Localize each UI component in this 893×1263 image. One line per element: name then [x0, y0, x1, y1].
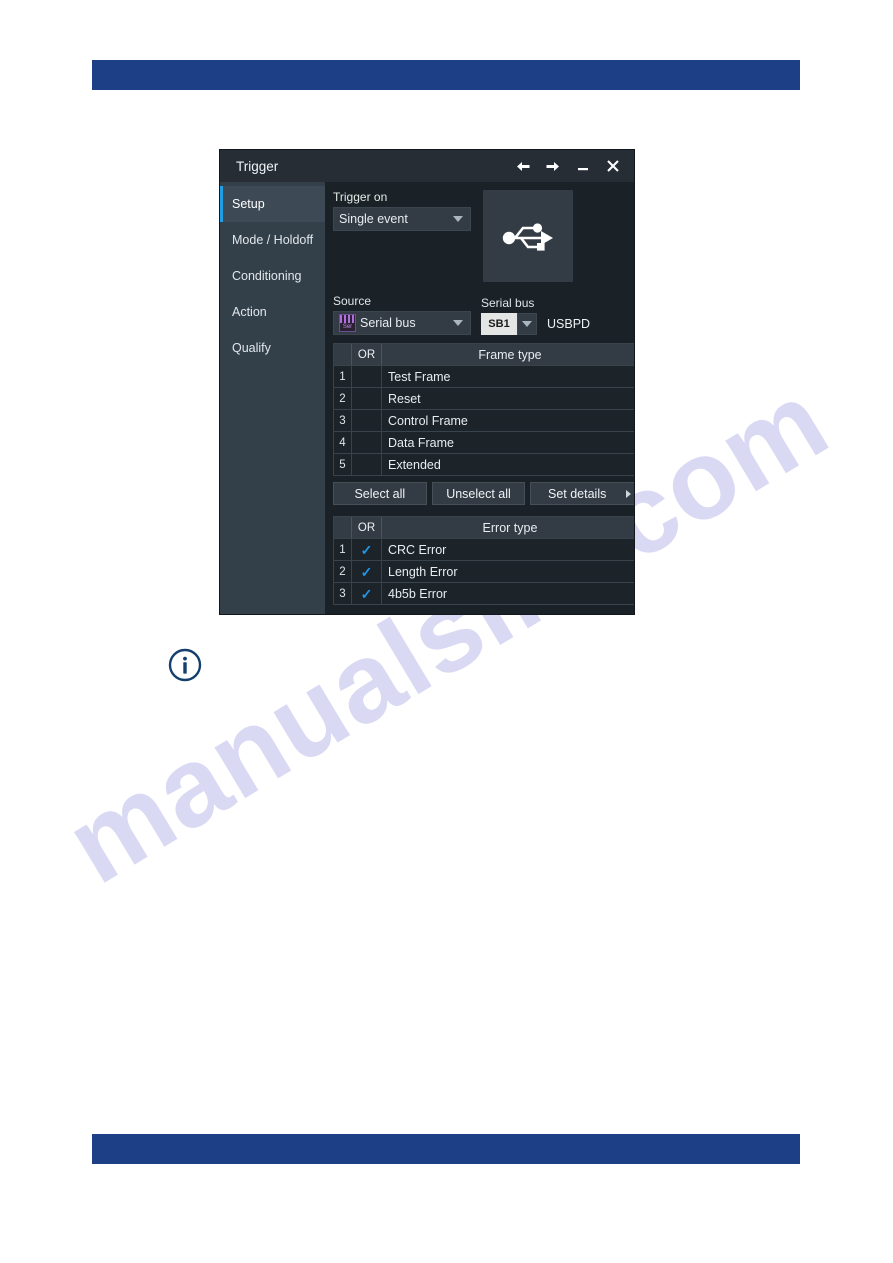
row-index: 2	[334, 561, 352, 582]
chevron-down-icon	[453, 320, 463, 326]
sidebar-item-label: Action	[232, 305, 267, 319]
dialog-title: Trigger	[236, 158, 279, 174]
table-row[interactable]: 1 Test Frame	[334, 366, 634, 388]
table-row[interactable]: 2 ✓ Length Error	[334, 561, 634, 583]
frame-type-table: OR Frame type 1 Test Frame 2 Reset 3 Con…	[333, 343, 634, 476]
sidebar-item-qualify[interactable]: Qualify	[220, 330, 325, 366]
titlebar-buttons	[510, 154, 626, 178]
row-checkbox[interactable]: ✓	[352, 539, 382, 560]
error-header-or: OR	[352, 517, 382, 538]
trigger-dialog: Trigger Setup Mode / Holdoff Conditionin…	[220, 150, 634, 614]
table-row[interactable]: 3 ✓ 4b5b Error	[334, 583, 634, 604]
frame-header-or: OR	[352, 344, 382, 365]
table-row[interactable]: 3 Control Frame	[334, 410, 634, 432]
row-index: 1	[334, 366, 352, 387]
row-label: Length Error	[388, 564, 458, 579]
dialog-titlebar: Trigger	[220, 150, 634, 182]
sidebar-item-conditioning[interactable]: Conditioning	[220, 258, 325, 294]
table-row[interactable]: 4 Data Frame	[334, 432, 634, 454]
row-index: 3	[334, 583, 352, 604]
row-label: Data Frame	[388, 435, 454, 450]
trigger-on-dropdown[interactable]: Single event	[333, 207, 471, 231]
sidebar-item-action[interactable]: Action	[220, 294, 325, 330]
chevron-down-icon	[522, 321, 532, 327]
row-checkbox[interactable]: ✓	[352, 583, 382, 604]
error-type-table: OR Error type 1 ✓ CRC Error 2 ✓ Length E…	[333, 516, 634, 605]
select-all-button[interactable]: Select all	[333, 482, 427, 505]
sidebar-item-mode-holdoff[interactable]: Mode / Holdoff	[220, 222, 325, 258]
table-row[interactable]: 5 Extended	[334, 454, 634, 475]
dialog-content: Trigger on Single event Source Ser Seria…	[325, 182, 634, 614]
serial-bus-icon: Ser	[339, 314, 356, 332]
source-group: Source Ser Serial bus	[333, 292, 471, 335]
frame-table-header: OR Frame type	[334, 344, 634, 366]
error-header-index	[334, 517, 352, 538]
waveform-glyph	[340, 315, 355, 323]
trigger-on-row: Trigger on Single event	[333, 188, 632, 282]
row-index: 3	[334, 410, 352, 431]
source-dropdown[interactable]: Ser Serial bus	[333, 311, 471, 335]
trigger-on-value: Single event	[339, 212, 408, 226]
info-circle-icon	[168, 648, 202, 682]
row-label: CRC Error	[388, 542, 447, 557]
trigger-on-group: Trigger on Single event	[333, 188, 473, 282]
source-row: Source Ser Serial bus Serial bus SB1 USB…	[333, 292, 632, 335]
header-band	[92, 60, 800, 90]
serial-bus-name: USBPD	[547, 317, 591, 331]
row-label: Reset	[388, 391, 421, 406]
error-table-header: OR Error type	[334, 517, 634, 539]
source-value: Serial bus	[360, 316, 416, 330]
footer-band	[92, 1134, 800, 1164]
chevron-right-icon	[626, 489, 632, 498]
set-details-label: Set details	[547, 486, 607, 501]
error-header-name: Error type	[482, 520, 538, 535]
table-row[interactable]: 2 Reset	[334, 388, 634, 410]
row-label: 4b5b Error	[388, 586, 448, 601]
dialog-body: Setup Mode / Holdoff Conditioning Action…	[220, 182, 634, 614]
sidebar-item-label: Conditioning	[232, 269, 302, 283]
row-checkbox[interactable]	[352, 388, 382, 409]
row-checkbox[interactable]	[352, 410, 382, 431]
protocol-icon-box	[483, 190, 573, 282]
row-label: Test Frame	[388, 369, 451, 384]
forward-button[interactable]	[540, 154, 566, 178]
sidebar-item-label: Setup	[232, 197, 265, 211]
checkmark-icon: ✓	[360, 563, 373, 580]
serial-bus-group: Serial bus SB1 USBPD	[481, 294, 590, 335]
row-checkbox[interactable]	[352, 432, 382, 453]
sidebar-item-setup[interactable]: Setup	[220, 186, 325, 222]
frame-header-name: Frame type	[478, 347, 542, 362]
frame-header-index	[334, 344, 352, 365]
serial-bus-selector: SB1 USBPD	[481, 313, 590, 335]
serial-bus-icon-label: Ser	[342, 324, 353, 330]
row-index: 2	[334, 388, 352, 409]
row-index: 4	[334, 432, 352, 453]
trigger-on-label: Trigger on	[333, 190, 388, 204]
frame-actions: Select all Unselect all Set details	[333, 482, 634, 505]
sidebar-item-label: Qualify	[232, 341, 271, 355]
serial-bus-button[interactable]: SB1	[481, 313, 517, 335]
row-checkbox[interactable]: ✓	[352, 561, 382, 582]
row-label: Control Frame	[388, 413, 468, 428]
checkmark-icon: ✓	[360, 585, 373, 602]
serial-bus-label: Serial bus	[481, 296, 535, 310]
close-button[interactable]	[600, 154, 626, 178]
row-index: 5	[334, 454, 352, 475]
source-label: Source	[333, 294, 372, 308]
row-checkbox[interactable]	[352, 366, 382, 387]
row-label: Extended	[388, 457, 441, 472]
checkmark-icon: ✓	[360, 541, 373, 558]
serial-bus-dropdown[interactable]	[517, 313, 537, 335]
sidebar-item-label: Mode / Holdoff	[232, 233, 314, 247]
minimize-button[interactable]	[570, 154, 596, 178]
back-button[interactable]	[510, 154, 536, 178]
unselect-all-button[interactable]: Unselect all	[431, 482, 526, 505]
row-index: 1	[334, 539, 352, 560]
row-checkbox[interactable]	[352, 454, 382, 475]
usb-trident-icon	[502, 223, 553, 251]
dialog-sidebar: Setup Mode / Holdoff Conditioning Action…	[220, 182, 325, 614]
table-row[interactable]: 1 ✓ CRC Error	[334, 539, 634, 561]
set-details-button[interactable]: Set details	[530, 482, 634, 505]
chevron-down-icon	[453, 216, 463, 222]
